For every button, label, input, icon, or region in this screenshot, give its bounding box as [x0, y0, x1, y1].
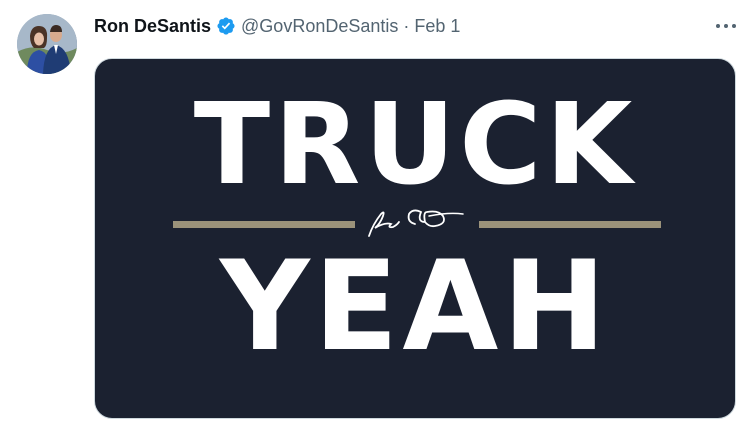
more-dot-icon	[732, 24, 736, 28]
more-dot-icon	[724, 24, 728, 28]
tweet: Ron DeSantis @GovRonDeSantis · Feb 1 TRU…	[0, 0, 750, 430]
verified-badge-icon	[217, 17, 235, 35]
tweet-header: Ron DeSantis @GovRonDeSantis · Feb 1	[94, 14, 460, 38]
meta-separator: ·	[403, 15, 410, 36]
author-avatar[interactable]	[17, 14, 77, 74]
tweet-media-image[interactable]: TRUCK YEAH	[94, 58, 736, 419]
author-name[interactable]: Ron DeSantis	[94, 16, 211, 37]
more-options-button[interactable]	[712, 14, 740, 38]
media-divider-left	[173, 221, 355, 228]
media-divider-right	[479, 221, 661, 228]
tweet-date[interactable]: Feb 1	[414, 16, 460, 37]
media-headline-top: TRUCK	[193, 80, 637, 210]
more-dot-icon	[716, 24, 720, 28]
media-headline-bottom: YEAH	[219, 235, 611, 379]
author-handle[interactable]: @GovRonDeSantis	[241, 16, 398, 37]
avatar-photo-icon	[17, 14, 77, 74]
